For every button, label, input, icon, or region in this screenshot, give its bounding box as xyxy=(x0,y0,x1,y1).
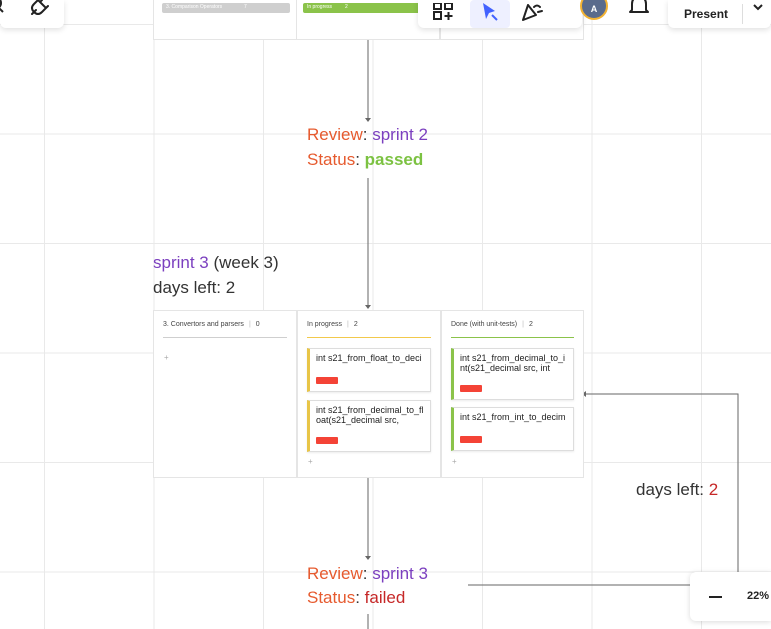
celebrate-icon xyxy=(520,3,544,26)
status-passed-line: Status: passed xyxy=(307,150,424,169)
center-toolbar xyxy=(418,0,582,28)
column-underline xyxy=(163,337,287,338)
plugin-icon[interactable] xyxy=(28,0,50,23)
add-shapes-button[interactable] xyxy=(418,0,470,28)
column-underline xyxy=(451,337,574,338)
column-title: Done (with unit-tests) xyxy=(451,321,518,328)
card[interactable]: int s21_from_float_to_deci xyxy=(307,348,431,392)
add-shapes-icon xyxy=(433,1,455,26)
column-count: 2 xyxy=(353,321,358,328)
days-left-label: days left: xyxy=(153,278,222,297)
sprint3-title: sprint 3 (week 3) xyxy=(153,250,279,275)
minus-icon xyxy=(708,596,722,598)
card[interactable]: int s21_from_int_to_decim xyxy=(451,407,574,451)
review-sprint3-line: Review: sprint 3 xyxy=(307,564,428,583)
status-value: failed xyxy=(364,588,406,607)
zoom-level[interactable]: 22% xyxy=(747,590,769,602)
card-tag xyxy=(460,436,482,443)
review-value: sprint 2 xyxy=(372,125,428,144)
card[interactable]: int s21_from_decimal_to_int(s21_decimal … xyxy=(451,348,574,400)
present-button[interactable]: Present xyxy=(668,7,728,21)
top-board-count-2: 2 xyxy=(345,4,348,10)
status-label: Status xyxy=(307,588,356,607)
column-underline xyxy=(307,337,431,338)
top-board-header-bar: 3. Comparison Operators 7 xyxy=(162,3,290,13)
card[interactable]: int s21_from_decimal_to_float(s21_decima… xyxy=(307,400,431,452)
card-text: int s21_from_float_to_deci xyxy=(316,353,422,363)
status-value: passed xyxy=(364,150,424,169)
status-failed-line: Status: failed xyxy=(307,588,406,607)
top-board-count-1: 7 xyxy=(244,4,247,10)
card-text: int s21_from_decimal_to_int(s21_decimal … xyxy=(460,353,566,373)
add-card-button[interactable]: + xyxy=(452,457,457,466)
add-card-button[interactable]: + xyxy=(164,353,169,362)
days-left-value: 2 xyxy=(708,480,719,499)
sprint3-days-left: days left: 2 xyxy=(153,275,235,300)
celebrate-button[interactable] xyxy=(510,0,554,28)
column-header: 3. Convertors and parsers | 0 xyxy=(163,321,260,328)
days-left-value: 2 xyxy=(225,278,236,297)
right-days-left: days left: 2 xyxy=(636,477,718,502)
card-tag xyxy=(316,377,338,384)
status-label: Status xyxy=(307,150,356,169)
column-header: In progress | 2 xyxy=(307,321,358,328)
zoom-out-button[interactable] xyxy=(704,586,726,608)
zoom-control: 22% xyxy=(690,572,771,621)
search-icon[interactable] xyxy=(0,0,8,21)
column-count: 0 xyxy=(255,321,260,328)
board-column-convertors[interactable]: 3. Convertors and parsers | 0 + xyxy=(153,310,297,478)
review-label: Review xyxy=(307,125,363,144)
chevron-down-icon[interactable] xyxy=(752,0,764,18)
week-label: (week 3) xyxy=(213,253,279,272)
select-tool-button[interactable] xyxy=(470,0,510,28)
divider xyxy=(742,4,743,24)
bell-icon[interactable] xyxy=(628,0,650,21)
review-sprint2-line: Review: sprint 2 xyxy=(307,125,428,144)
add-card-button[interactable]: + xyxy=(308,457,313,466)
top-board-header-1: 3. Comparison Operators xyxy=(166,4,223,10)
top-board-column-1: 3. Comparison Operators 7 xyxy=(153,0,297,40)
days-left-label: days left: xyxy=(636,480,705,499)
column-header: Done (with unit-tests) | 2 xyxy=(451,321,533,328)
review-value: sprint 3 xyxy=(372,564,428,583)
board-column-done[interactable]: Done (with unit-tests) | 2 int s21_from_de… xyxy=(441,310,584,478)
column-title: In progress xyxy=(307,321,343,328)
card-tag xyxy=(460,385,482,392)
card-tag xyxy=(316,437,338,444)
sprint-label: sprint 3 xyxy=(153,253,209,272)
top-board-header-bar-2: In progress 2 xyxy=(303,3,433,13)
top-board-header-2: In progress xyxy=(307,4,333,10)
card-text: int s21_from_int_to_decim xyxy=(460,412,566,422)
column-count: 2 xyxy=(528,321,533,328)
left-toolbar xyxy=(0,0,64,28)
review-label: Review xyxy=(307,564,363,583)
avatar-initial: A xyxy=(590,4,598,14)
board-column-in-progress[interactable]: In progress | 2 int s21_from_float_to_deci… xyxy=(297,310,441,478)
card-text: int s21_from_decimal_to_float(s21_decima… xyxy=(316,405,424,425)
column-title: 3. Convertors and parsers xyxy=(163,321,244,328)
present-toolbar: Present xyxy=(668,0,771,28)
select-cursor-icon xyxy=(480,2,500,26)
